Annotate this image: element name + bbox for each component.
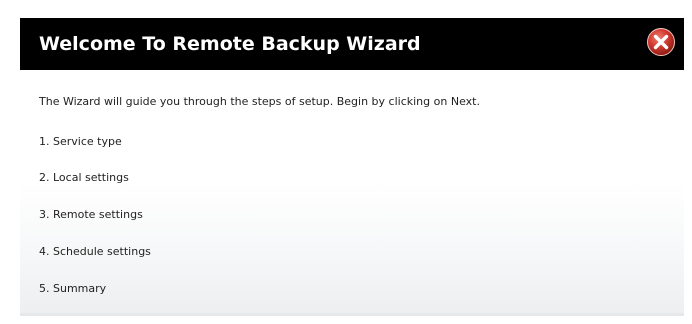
close-icon [647, 28, 675, 56]
dialog-bottom-divider [20, 313, 684, 316]
step-local-settings: 2. Local settings [39, 171, 129, 184]
step-summary: 5. Summary [39, 282, 107, 295]
step-remote-settings: 3. Remote settings [39, 208, 143, 221]
dialog-title-bar: Welcome To Remote Backup Wizard [20, 18, 684, 70]
wizard-intro-text: The Wizard will guide you through the st… [39, 95, 480, 108]
step-schedule-settings: 4. Schedule settings [39, 245, 151, 258]
close-button[interactable] [646, 27, 676, 57]
dialog-title: Welcome To Remote Backup Wizard [39, 33, 421, 55]
step-service-type: 1. Service type [39, 135, 122, 148]
remote-backup-wizard-dialog: Welcome To Remote Backup Wizard The Wiza… [20, 18, 684, 316]
